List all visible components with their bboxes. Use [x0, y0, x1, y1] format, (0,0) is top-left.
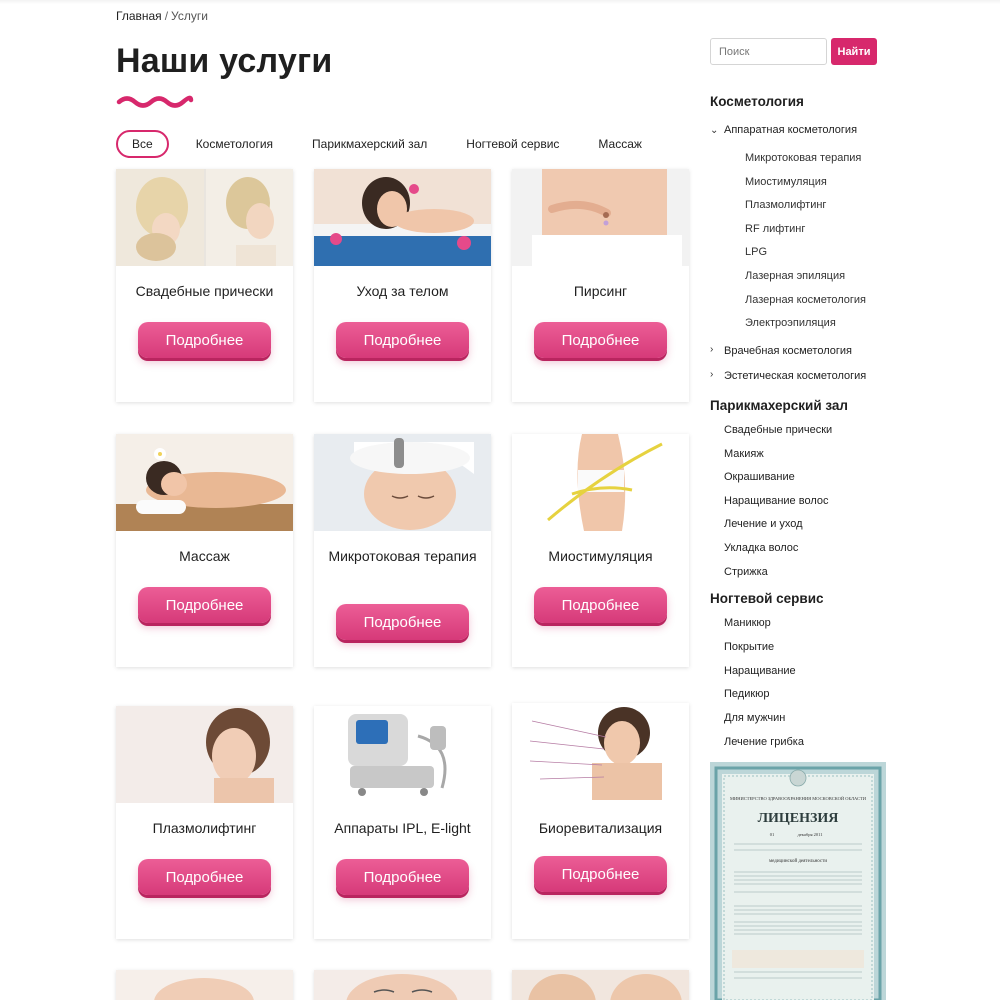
more-button[interactable]: Подробнее	[138, 587, 271, 623]
page-title: Наши услуги	[116, 42, 333, 80]
sidebar-item[interactable]: Укладка волос	[724, 542, 798, 554]
more-button[interactable]: Подробнее	[534, 587, 667, 623]
filter-tab-cosmetology[interactable]: Косметология	[184, 130, 285, 158]
sidebar-heading-nail-service[interactable]: Ногтевой сервис	[710, 591, 824, 606]
service-card	[512, 970, 689, 1000]
service-card: Аппараты IPL, E-light Подробнее	[314, 706, 491, 939]
more-button[interactable]: Подробнее	[534, 856, 667, 892]
service-title: Микротоковая терапия	[328, 548, 477, 564]
service-card	[314, 970, 491, 1000]
service-title: Свадебные прически	[135, 283, 274, 299]
sidebar-item[interactable]: Наращивание	[724, 665, 796, 677]
service-title: Массаж	[179, 548, 230, 564]
service-card	[116, 970, 293, 1000]
filter-tab-massage[interactable]: Массаж	[586, 130, 654, 158]
sidebar-heading-hair-salon[interactable]: Парикмахерский зал	[710, 398, 848, 413]
sidebar-subitem[interactable]: Лазерная косметология	[745, 294, 866, 306]
filter-tab-nail-service[interactable]: Ногтевой сервис	[454, 130, 571, 158]
service-title: Пирсинг	[573, 283, 628, 299]
breadcrumb: Главная / Услуги	[116, 9, 208, 23]
chevron-right-icon[interactable]: ›	[710, 344, 713, 355]
more-button[interactable]: Подробнее	[138, 322, 271, 358]
chevron-down-icon[interactable]: ⌄	[710, 125, 718, 136]
search-input[interactable]	[710, 38, 827, 65]
sidebar-item[interactable]: Маникюр	[724, 617, 771, 629]
top-shadow	[0, 0, 1000, 4]
more-button[interactable]: Подробнее	[336, 859, 469, 895]
service-title: Биоревитализация	[538, 820, 663, 836]
license-title: ЛИЦЕНЗИЯ	[758, 811, 839, 826]
sidebar-item[interactable]: Макияж	[724, 448, 764, 460]
license-document-image[interactable]: МИНИСТЕРСТВО ЗДРАВООХРАНЕНИЯ МОСКОВСКОЙ …	[710, 762, 886, 1000]
service-card: Микротоковая терапия Подробнее	[314, 434, 491, 667]
more-button[interactable]: Подробнее	[138, 859, 271, 895]
filter-tab-hair-salon[interactable]: Парикмахерский зал	[300, 130, 439, 158]
service-image-biorevitalization[interactable]	[512, 703, 689, 800]
filter-tab-all[interactable]: Все	[116, 130, 169, 158]
service-card: Свадебные прически Подробнее	[116, 169, 293, 402]
license-date-month: декабря 2011	[798, 832, 823, 837]
service-card: Миостимуляция Подробнее	[512, 434, 689, 667]
breadcrumb-separator: /	[164, 9, 169, 23]
license-issuer: МИНИСТЕРСТВО ЗДРАВООХРАНЕНИЯ МОСКОВСКОЙ …	[730, 796, 867, 801]
sidebar-item[interactable]: Наращивание волос	[724, 495, 828, 507]
service-title: Уход за телом	[356, 283, 449, 299]
title-wave-decoration	[116, 95, 194, 108]
service-image-plasmolifting[interactable]	[116, 706, 293, 803]
service-title: Миостимуляция	[548, 548, 653, 564]
sidebar-item-aesthetic-cosmetology[interactable]: Эстетическая косметология	[724, 370, 866, 382]
sidebar-item[interactable]: Стрижка	[724, 566, 768, 578]
service-card: Уход за телом Подробнее	[314, 169, 491, 402]
sidebar-subitem[interactable]: Плазмолифтинг	[745, 199, 826, 211]
sidebar-item-medical-cosmetology[interactable]: Врачебная косметология	[724, 345, 852, 357]
sidebar-item[interactable]: Педикюр	[724, 688, 770, 700]
license-activity: медицинской деятельности	[769, 859, 827, 864]
search-button[interactable]: Найти	[831, 38, 877, 65]
search-form: Найти	[710, 38, 877, 65]
sidebar-item[interactable]: Окрашивание	[724, 471, 795, 483]
breadcrumb-home-link[interactable]: Главная	[116, 9, 162, 23]
license-date-day: 01	[770, 832, 775, 837]
service-image-massage[interactable]	[116, 434, 293, 531]
service-card: Плазмолифтинг Подробнее	[116, 706, 293, 939]
sidebar-item[interactable]: Лечение грибка	[724, 736, 804, 748]
sidebar-subitem[interactable]: RF лифтинг	[745, 223, 805, 235]
service-image-microcurrent[interactable]	[314, 434, 491, 531]
service-image-ipl-device[interactable]	[314, 706, 491, 803]
sidebar-subitem[interactable]: Электроэпиляция	[745, 317, 836, 329]
sidebar-item[interactable]: Лечение и уход	[724, 518, 803, 530]
sidebar-item-hardware-cosmetology[interactable]: Аппаратная косметология	[724, 124, 857, 136]
service-card: Массаж Подробнее	[116, 434, 293, 667]
service-image-wedding-hair[interactable]	[116, 169, 293, 266]
sidebar-subitem[interactable]: Миостимуляция	[745, 176, 827, 188]
sidebar-item[interactable]: Свадебные прически	[724, 424, 832, 436]
more-button[interactable]: Подробнее	[336, 322, 469, 358]
service-image-piercing[interactable]	[512, 169, 689, 266]
service-title: Аппараты IPL, E-light	[334, 820, 471, 836]
sidebar-heading-cosmetology[interactable]: Косметология	[710, 94, 804, 109]
category-filter-tabs: Все Косметология Парикмахерский зал Ногт…	[116, 130, 669, 158]
sidebar-subitem[interactable]: Лазерная эпиляция	[745, 270, 845, 282]
service-image-body-care[interactable]	[314, 169, 491, 266]
more-button[interactable]: Подробнее	[336, 604, 469, 640]
more-button[interactable]: Подробнее	[534, 322, 667, 358]
sidebar-item[interactable]: Для мужчин	[724, 712, 785, 724]
breadcrumb-current: Услуги	[171, 9, 208, 23]
sidebar-subitem[interactable]: Микротоковая терапия	[745, 152, 861, 164]
service-card: Биоревитализация Подробнее	[512, 703, 689, 939]
service-image-myostimulation[interactable]	[512, 434, 689, 531]
service-card: Пирсинг Подробнее	[512, 169, 689, 402]
service-image[interactable]	[116, 970, 293, 1000]
chevron-right-icon[interactable]: ›	[710, 369, 713, 380]
sidebar-item[interactable]: Покрытие	[724, 641, 774, 653]
service-title: Плазмолифтинг	[152, 820, 257, 836]
sidebar-subitem[interactable]: LPG	[745, 246, 767, 258]
service-image[interactable]	[512, 970, 689, 1000]
service-image[interactable]	[314, 970, 491, 1000]
